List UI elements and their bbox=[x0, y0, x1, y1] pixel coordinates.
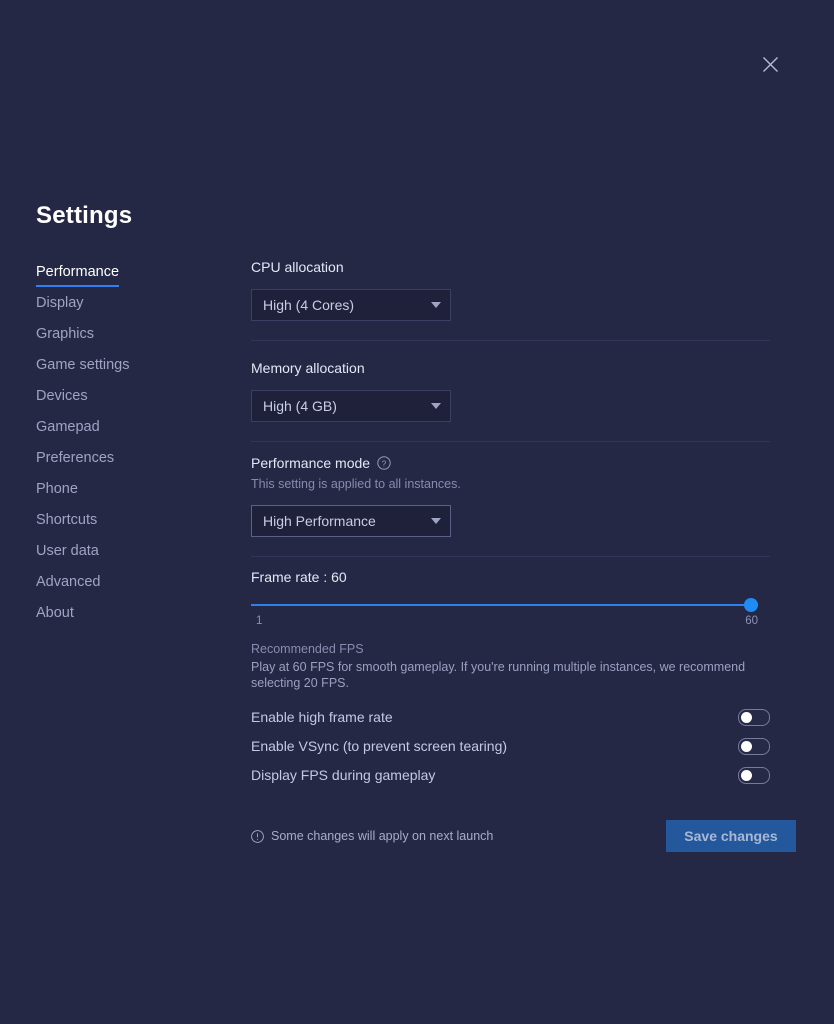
toggle-label: Display FPS during gameplay bbox=[251, 767, 436, 783]
performance-mode-label: Performance mode bbox=[251, 455, 371, 471]
sidebar-item-devices[interactable]: Devices bbox=[36, 386, 206, 417]
info-circle-icon bbox=[251, 829, 264, 843]
memory-allocation-label: Memory allocation bbox=[251, 360, 365, 376]
memory-allocation-section: Memory allocation High (4 GB) bbox=[251, 359, 770, 422]
performance-mode-value: High Performance bbox=[263, 513, 376, 529]
sidebar-item-phone[interactable]: Phone bbox=[36, 479, 206, 510]
toggle-label: Enable VSync (to prevent screen tearing) bbox=[251, 738, 508, 754]
sidebar-item-label: Shortcuts bbox=[36, 512, 98, 528]
slider-range-labels: 1 60 bbox=[251, 615, 758, 631]
cpu-allocation-section: CPU allocation High (4 Cores) bbox=[251, 258, 770, 321]
sidebar-item-label: Phone bbox=[36, 481, 78, 497]
settings-footer: Some changes will apply on next launch S… bbox=[251, 820, 796, 852]
toggle-knob bbox=[741, 711, 752, 723]
chevron-down-icon bbox=[431, 302, 441, 308]
svg-text:?: ? bbox=[382, 458, 387, 468]
chevron-down-icon bbox=[431, 518, 441, 524]
help-circle-glyph: ? bbox=[377, 456, 391, 470]
sidebar-item-label: Preferences bbox=[36, 450, 115, 466]
sidebar-item-label: About bbox=[36, 605, 74, 621]
toggle-knob bbox=[741, 769, 752, 781]
sidebar-item-shortcuts[interactable]: Shortcuts bbox=[36, 510, 206, 541]
sidebar-item-label: Advanced bbox=[36, 574, 101, 590]
cpu-allocation-select[interactable]: High (4 Cores) bbox=[251, 289, 451, 321]
chevron-down-icon bbox=[431, 403, 441, 409]
sidebar-item-label: Devices bbox=[36, 388, 88, 404]
toggle-label: Enable high frame rate bbox=[251, 709, 393, 725]
sidebar-item-graphics[interactable]: Graphics bbox=[36, 324, 206, 355]
sidebar-item-about[interactable]: About bbox=[36, 603, 206, 634]
page-title: Settings bbox=[36, 202, 133, 229]
sidebar-item-user-data[interactable]: User data bbox=[36, 541, 206, 572]
sidebar-item-label: Performance bbox=[36, 262, 120, 287]
toggle-row-high-frame-rate[interactable]: Enable high frame rate bbox=[251, 703, 770, 731]
toggle-knob bbox=[741, 740, 752, 752]
frame-rate-section: Frame rate : 60 1 60 Recommended FPS Pla… bbox=[251, 568, 770, 691]
slider-min-label: 1 bbox=[256, 615, 263, 627]
display-fps-toggle[interactable] bbox=[738, 766, 770, 784]
apply-note: Some changes will apply on next launch bbox=[251, 829, 493, 843]
sidebar-item-game-settings[interactable]: Game settings bbox=[36, 355, 206, 386]
performance-mode-section: Performance mode ? This setting is appli… bbox=[251, 454, 770, 537]
memory-allocation-value: High (4 GB) bbox=[263, 398, 337, 414]
close-icon bbox=[762, 56, 778, 72]
high-frame-rate-toggle[interactable] bbox=[738, 708, 770, 726]
performance-mode-note: This setting is applied to all instances… bbox=[251, 477, 461, 491]
close-button[interactable] bbox=[756, 50, 784, 78]
frame-rate-label: Frame rate : 60 bbox=[251, 569, 347, 585]
slider-max-label: 60 bbox=[745, 615, 758, 627]
performance-mode-select[interactable]: High Performance bbox=[251, 505, 451, 537]
sidebar-item-preferences[interactable]: Preferences bbox=[36, 448, 206, 479]
memory-allocation-select[interactable]: High (4 GB) bbox=[251, 390, 451, 422]
sidebar-item-label: Display bbox=[36, 295, 84, 311]
settings-content: CPU allocation High (4 Cores) Memory all… bbox=[251, 258, 796, 852]
sidebar-item-performance[interactable]: Performance bbox=[36, 262, 206, 293]
slider-track[interactable] bbox=[251, 604, 758, 606]
cpu-allocation-value: High (4 Cores) bbox=[263, 297, 355, 313]
settings-sidebar: Performance Display Graphics Game settin… bbox=[36, 262, 206, 634]
apply-note-text: Some changes will apply on next launch bbox=[271, 829, 494, 843]
help-circle-icon[interactable]: ? bbox=[377, 456, 391, 470]
sidebar-item-label: Game settings bbox=[36, 357, 130, 373]
frame-rate-slider[interactable] bbox=[251, 597, 758, 613]
recommended-fps-title: Recommended FPS bbox=[251, 642, 364, 656]
sidebar-item-label: Graphics bbox=[36, 326, 95, 342]
save-changes-button[interactable]: Save changes bbox=[666, 820, 796, 852]
recommended-fps-body: Play at 60 FPS for smooth gameplay. If y… bbox=[251, 660, 746, 690]
sidebar-item-gamepad[interactable]: Gamepad bbox=[36, 417, 206, 448]
sidebar-item-label: User data bbox=[36, 543, 99, 559]
sidebar-item-advanced[interactable]: Advanced bbox=[36, 572, 206, 603]
sidebar-item-display[interactable]: Display bbox=[36, 293, 206, 324]
toggle-row-vsync[interactable]: Enable VSync (to prevent screen tearing) bbox=[251, 732, 770, 760]
slider-thumb[interactable] bbox=[744, 598, 758, 612]
cpu-allocation-label: CPU allocation bbox=[251, 259, 344, 275]
sidebar-item-label: Gamepad bbox=[36, 419, 100, 435]
toggle-row-display-fps[interactable]: Display FPS during gameplay bbox=[251, 761, 770, 789]
vsync-toggle[interactable] bbox=[738, 737, 770, 755]
